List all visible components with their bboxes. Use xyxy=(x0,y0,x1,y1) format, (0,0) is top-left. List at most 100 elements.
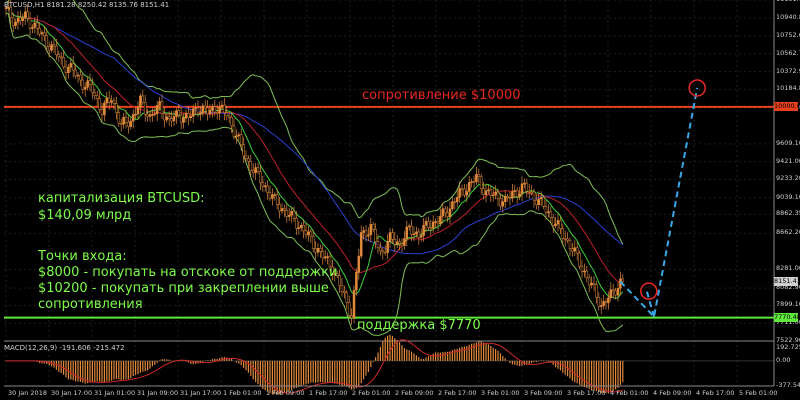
candle-body xyxy=(143,102,147,115)
candle-body xyxy=(451,201,454,209)
time-tick-label: 2 Feb 17:00 xyxy=(438,389,477,397)
candle-body xyxy=(515,190,519,197)
candle-body xyxy=(79,74,82,81)
time-tick-label: 4 Feb 09:00 xyxy=(653,389,692,397)
time-tick-label: 1 Feb 17:00 xyxy=(309,389,348,397)
candle-body xyxy=(254,167,257,173)
candle-body xyxy=(206,107,209,115)
candle-body xyxy=(369,224,373,236)
candle-body xyxy=(359,232,363,257)
candle-body xyxy=(386,241,389,253)
candle-body xyxy=(621,278,625,282)
candle-body xyxy=(424,221,428,226)
candle-body xyxy=(484,190,488,196)
symbol-info: BTCUSD,H1 8181.28 8250.42 8135.76 8151.4… xyxy=(4,1,170,9)
candle-body xyxy=(62,57,65,68)
candle-body xyxy=(55,45,58,56)
candle-body xyxy=(283,208,286,211)
candle-body xyxy=(103,102,106,116)
candle-body xyxy=(261,182,265,187)
candle-body xyxy=(417,231,421,238)
candle-body xyxy=(616,287,620,296)
candle-body xyxy=(542,197,545,207)
price-tick-label: 9233.20 xyxy=(776,174,800,183)
time-tick-label: 3 Feb 09:00 xyxy=(524,389,563,397)
candle-body xyxy=(446,212,449,218)
candle-body xyxy=(376,241,380,249)
candle-body xyxy=(21,17,25,21)
cap-line-2: $140,09 млрд xyxy=(38,208,132,223)
candle-body xyxy=(117,112,121,124)
candle-body xyxy=(355,272,358,291)
time-tick-label: 2 Feb 01:00 xyxy=(352,389,391,397)
candle-body xyxy=(520,183,524,194)
time-tick-label: 4 Feb 01:00 xyxy=(610,389,649,397)
time-tick-label: 3 Feb 01:00 xyxy=(481,389,520,397)
candle-body xyxy=(383,251,387,254)
candle-body xyxy=(110,100,113,103)
candle-body xyxy=(338,275,341,286)
candle-body xyxy=(479,176,483,189)
candle-body xyxy=(580,265,584,272)
price-tick-label: 9039.10 xyxy=(776,192,800,201)
candle-body xyxy=(175,110,178,117)
candle-body xyxy=(475,174,478,183)
candle-body xyxy=(439,215,442,225)
candle-body xyxy=(379,247,382,252)
price-tick-label: 8281.00 xyxy=(776,264,800,273)
candle-body xyxy=(571,248,574,252)
candle-body xyxy=(266,185,269,193)
candle-body xyxy=(31,27,34,29)
time-tick-label: 1 Feb 09:00 xyxy=(266,389,305,397)
price-tick-label: 10752.60 xyxy=(776,30,800,39)
candle-body xyxy=(177,110,181,116)
time-tick-label: 5 Feb 01:00 xyxy=(739,389,778,397)
candle-body xyxy=(539,197,543,200)
candle-body xyxy=(167,116,171,119)
forecast-path xyxy=(619,79,706,319)
candle-body xyxy=(93,92,97,96)
candle-body xyxy=(357,255,361,273)
candle-body xyxy=(467,182,471,192)
candle-body xyxy=(427,221,430,228)
candle-body xyxy=(67,66,70,73)
candle-body xyxy=(489,189,493,196)
candle-body xyxy=(307,231,310,236)
candle-body xyxy=(280,208,284,212)
candle-body xyxy=(472,181,476,183)
candle-body xyxy=(597,296,601,307)
candle-body xyxy=(345,292,349,303)
candle-body xyxy=(604,301,608,304)
price-tick-label: 7899.10 xyxy=(776,300,800,309)
candle-body xyxy=(525,182,529,192)
candle-body xyxy=(419,235,423,238)
price-tick-label: 10372.90 xyxy=(776,66,800,75)
candle-body xyxy=(201,105,205,113)
time-tick-label: 30 Jan 17:00 xyxy=(51,389,93,397)
candle-body xyxy=(443,208,447,214)
candle-body xyxy=(434,221,437,223)
candle-body xyxy=(527,191,531,193)
time-tick-label: 31 Jan 17:00 xyxy=(180,389,222,397)
time-tick-label: 30 Jan 2018 xyxy=(8,389,47,397)
candle-body xyxy=(470,181,473,183)
resistance-price-tag: 10000.00 xyxy=(774,102,800,112)
candle-body xyxy=(455,197,459,203)
entry-points-note: Точки входа: $8000 - покупать на отскоке… xyxy=(38,249,338,313)
candle-body xyxy=(415,231,418,235)
candle-body xyxy=(503,196,507,202)
candle-body xyxy=(278,204,281,212)
candle-body xyxy=(400,243,404,246)
candle-body xyxy=(556,220,560,225)
candle-body xyxy=(218,106,221,114)
candle-body xyxy=(86,80,89,88)
candle-body xyxy=(223,104,226,113)
macd-tick-label: 192.725 xyxy=(776,343,800,351)
time-tick-label: 31 Jan 09:00 xyxy=(137,389,179,397)
candle-body xyxy=(247,158,250,162)
entry-2: $10200 - покупать при закреплении выше xyxy=(38,281,329,296)
candle-body xyxy=(213,106,217,113)
candle-body xyxy=(551,217,555,227)
candle-body xyxy=(232,125,236,137)
candle-body xyxy=(40,32,44,35)
